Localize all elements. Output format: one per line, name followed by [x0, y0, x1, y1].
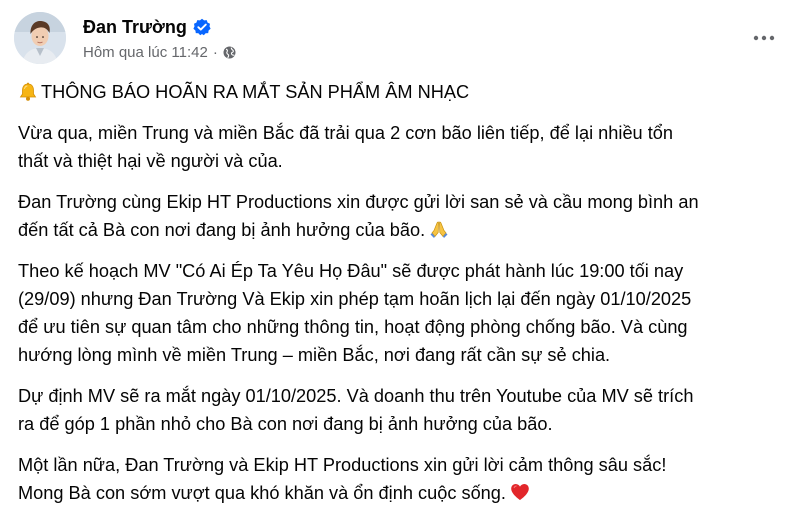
author-name[interactable]: Đan Trường — [83, 17, 187, 38]
paragraph-line: đến tất cả Bà con nơi đang bị ảnh hưởng … — [18, 220, 426, 240]
more-options-button[interactable] — [744, 26, 784, 50]
red-heart-icon — [510, 483, 530, 501]
facebook-post: Đan Trường Hôm qua lúc 11:42 · THÔNG BÁO… — [0, 0, 800, 503]
post-header: Đan Trường Hôm qua lúc 11:42 · — [14, 12, 786, 64]
post-paragraph-5: Một lần nữa, Đan Trường và Ekip HT Produ… — [18, 451, 788, 507]
author-row: Đan Trường — [83, 14, 211, 40]
author-avatar[interactable] — [14, 12, 66, 64]
post-paragraph-3: Theo kế hoạch MV "Có Ai Ép Ta Yêu Họ Đâu… — [18, 257, 788, 369]
post-paragraph-2: Đan Trường cùng Ekip HT Productions xin … — [18, 188, 788, 244]
paragraph-line: Vừa qua, miền Trung và miền Bắc đã trải … — [18, 123, 674, 143]
post-timestamp[interactable]: Hôm qua lúc 11:42 — [83, 44, 208, 61]
post-title-line: THÔNG BÁO HOÃN RA MẮT SẢN PHẨM ÂM NHẠC — [18, 78, 788, 106]
post-meta: Hôm qua lúc 11:42 · — [83, 42, 236, 62]
post-body: THÔNG BÁO HOÃN RA MẮT SẢN PHẨM ÂM NHẠC V… — [18, 78, 788, 507]
globe-icon[interactable] — [223, 46, 236, 59]
bell-icon — [18, 82, 38, 102]
meta-separator: · — [212, 43, 218, 61]
paragraph-line: thất và thiệt hại về người và của. — [18, 151, 283, 171]
verified-badge-icon — [193, 18, 211, 36]
paragraph-line-with-emoji: Mong Bà con sớm vượt qua khó khăn và ổn … — [18, 479, 788, 507]
folded-hands-icon — [429, 219, 449, 239]
paragraph-line: hướng lòng mình về miền Trung – miền Bắc… — [18, 345, 611, 365]
more-options-icon — [753, 35, 775, 41]
avatar-image — [14, 12, 66, 64]
post-paragraph-1: Vừa qua, miền Trung và miền Bắc đã trải … — [18, 119, 788, 175]
paragraph-line-with-emoji: đến tất cả Bà con nơi đang bị ảnh hưởng … — [18, 216, 788, 244]
paragraph-line: Theo kế hoạch MV "Có Ai Ép Ta Yêu Họ Đâu… — [18, 261, 684, 281]
post-title: THÔNG BÁO HOÃN RA MẮT SẢN PHẨM ÂM NHẠC — [41, 82, 470, 102]
post-paragraph-4: Dự định MV sẽ ra mắt ngày 01/10/2025. Và… — [18, 382, 788, 438]
paragraph-line: Mong Bà con sớm vượt qua khó khăn và ổn … — [18, 483, 506, 503]
paragraph-line: để ưu tiên sự quan tâm cho những thông t… — [18, 317, 688, 337]
paragraph-line: (29/09) nhưng Đan Trường Và Ekip xin phé… — [18, 289, 692, 309]
post-title-paragraph: THÔNG BÁO HOÃN RA MẮT SẢN PHẨM ÂM NHẠC — [18, 78, 788, 106]
paragraph-line: ra để góp 1 phần nhỏ cho Bà con nơi đang… — [18, 414, 553, 434]
paragraph-line: Một lần nữa, Đan Trường và Ekip HT Produ… — [18, 455, 667, 475]
paragraph-line: Đan Trường cùng Ekip HT Productions xin … — [18, 192, 699, 212]
paragraph-line: Dự định MV sẽ ra mắt ngày 01/10/2025. Và… — [18, 386, 694, 406]
